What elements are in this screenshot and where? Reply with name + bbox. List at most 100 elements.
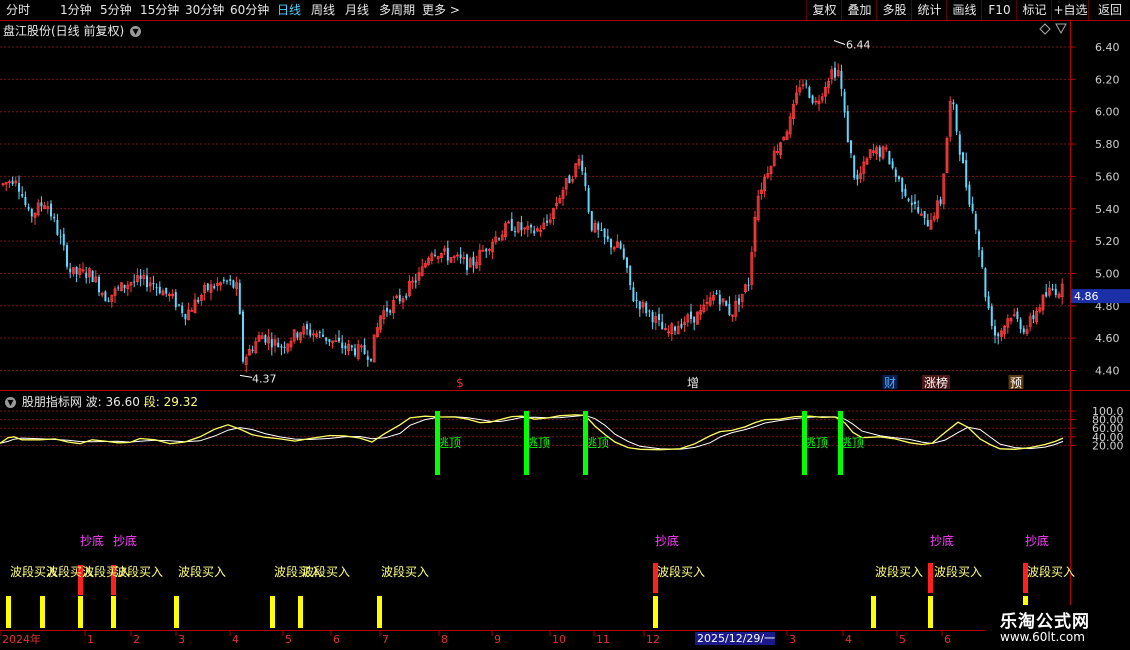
time-label: 5	[285, 633, 292, 646]
candle-body	[1019, 319, 1022, 330]
candle-body	[738, 298, 740, 305]
chart-canvas[interactable]: 6.406.206.005.805.605.405.205.004.804.60…	[0, 0, 1130, 650]
candle-body	[997, 333, 1000, 337]
candle-body	[968, 184, 971, 205]
candle-body	[270, 339, 273, 348]
price-tick-label: 5.20	[1095, 235, 1120, 248]
candle-body	[690, 311, 692, 319]
candle-body	[91, 270, 94, 283]
buy-signal-bar	[377, 596, 382, 628]
candle-body	[354, 348, 356, 356]
candle-body	[50, 203, 52, 217]
candle-body	[222, 279, 225, 282]
candle-body	[139, 275, 142, 279]
candle-body	[568, 175, 571, 184]
candle-body	[898, 176, 900, 180]
candle-body	[987, 296, 990, 309]
candle-body	[808, 87, 811, 98]
candle-body	[958, 134, 961, 155]
candle-body	[405, 295, 408, 298]
candle-body	[350, 345, 353, 348]
price-tick-label: 5.00	[1095, 267, 1120, 280]
candle-body	[939, 199, 942, 204]
candle-body	[280, 346, 283, 348]
candle-body	[386, 307, 388, 312]
candle-body	[338, 337, 340, 342]
candle-body	[133, 281, 136, 283]
candle-body	[197, 299, 200, 302]
candle-body	[856, 174, 859, 180]
candle-body	[952, 102, 955, 105]
time-label: 6	[944, 633, 951, 646]
candle-body	[18, 183, 20, 192]
candle-body	[584, 172, 587, 187]
candle-body	[1032, 314, 1035, 320]
bottom-label: 抄底	[1025, 533, 1049, 548]
candle-body	[674, 326, 676, 331]
candle-body	[69, 268, 72, 273]
candle-body	[901, 177, 904, 192]
candle-body	[309, 329, 312, 336]
time-label: 6	[333, 633, 340, 646]
bottom-label: 抄底	[655, 533, 679, 548]
indicator-tick-label: 20.00	[1092, 439, 1124, 452]
time-label: 3	[789, 633, 796, 646]
candle-body	[965, 160, 968, 188]
candle-body	[514, 231, 516, 233]
candle-body	[923, 210, 926, 219]
candle-body	[485, 248, 488, 252]
candle-body	[651, 312, 654, 323]
bottom-label: 抄底	[113, 533, 137, 548]
candle-body	[341, 342, 344, 349]
candle-body	[974, 213, 977, 230]
candle-body	[715, 292, 718, 295]
candle-body	[846, 111, 849, 143]
candle-body	[888, 151, 891, 165]
candle-body	[40, 202, 43, 207]
candle-body	[645, 302, 648, 314]
time-label: 11	[596, 633, 610, 646]
candle-body	[635, 299, 638, 302]
candle-body	[283, 346, 286, 348]
event-badge: 财	[884, 376, 896, 390]
buy-label: 波段买入	[934, 564, 982, 579]
candle-body	[66, 245, 68, 267]
candle-body	[619, 242, 622, 249]
buy-label: 波段买入	[302, 564, 350, 579]
candle-body	[226, 280, 228, 282]
candle-body	[546, 220, 548, 223]
candle-body	[843, 91, 846, 113]
price-tick-label: 5.80	[1095, 138, 1120, 151]
candle-body	[213, 286, 216, 289]
candle-body	[955, 104, 958, 132]
candle-body	[27, 207, 30, 210]
candle-body	[978, 231, 980, 250]
candle-body	[370, 358, 372, 361]
candle-body	[498, 238, 500, 240]
candle-body	[530, 225, 532, 228]
low-label: 4.37	[252, 372, 277, 385]
price-tick-label: 6.00	[1095, 106, 1120, 119]
diamond-icon	[1039, 23, 1051, 35]
buy-signal-bar	[111, 596, 116, 628]
candle-body	[446, 247, 449, 261]
candle-body	[459, 254, 462, 258]
candle-body	[322, 334, 324, 337]
candle-body	[894, 169, 897, 177]
candle-body	[277, 342, 280, 348]
candle-body	[680, 323, 683, 328]
candle-body	[1045, 292, 1048, 297]
top-label: 逃顶	[526, 436, 550, 450]
candle-body	[59, 236, 62, 238]
candle-body	[107, 300, 110, 302]
candle-body	[648, 310, 651, 312]
candle-body	[306, 324, 308, 330]
candle-body	[693, 316, 696, 323]
candle-body	[632, 287, 635, 302]
current-price-label: 4.86	[1074, 290, 1099, 303]
candle-body	[229, 279, 232, 282]
candle-body	[811, 95, 814, 103]
candle-body	[181, 305, 184, 314]
candle-body	[891, 161, 894, 168]
candle-body	[75, 266, 78, 275]
